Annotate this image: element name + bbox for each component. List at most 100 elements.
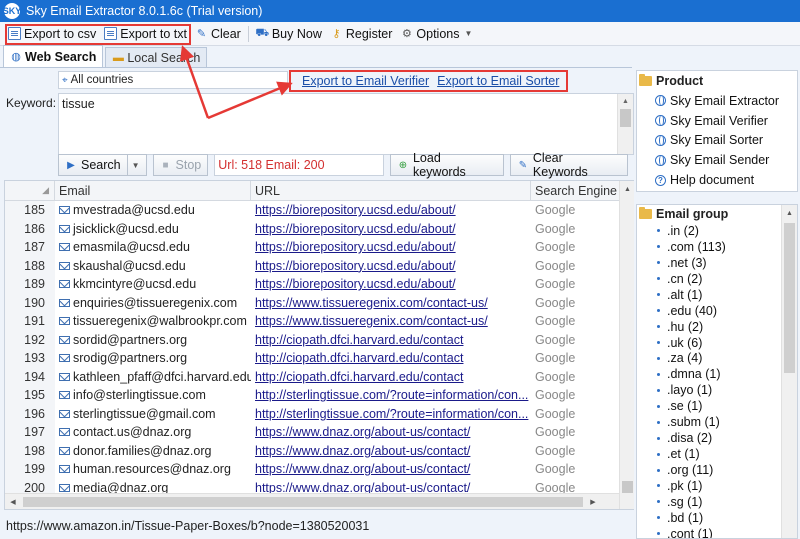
url-cell[interactable]: http://sterlingtissue.com/?route=informa… <box>251 388 531 402</box>
email-group-item[interactable]: .net (3) <box>637 255 797 271</box>
email-cell[interactable]: kathleen_pfaff@dfci.harvard.edu <box>55 370 251 384</box>
clear-button[interactable]: ✎ Clear <box>191 24 245 44</box>
email-group-item[interactable]: .dmna (1) <box>637 366 797 382</box>
email-cell[interactable]: enquiries@tissueregenix.com <box>55 296 251 310</box>
url-cell[interactable]: http://ciopath.dfci.harvard.edu/contact <box>251 333 531 347</box>
email-group-item[interactable]: .uk (6) <box>637 335 797 351</box>
email-cell[interactable]: info@sterlingtissue.com <box>55 388 251 402</box>
email-group-item[interactable]: .bd (1) <box>637 510 797 526</box>
email-group-item[interactable]: .subm (1) <box>637 414 797 430</box>
email-cell[interactable]: mvestrada@ucsd.edu <box>55 203 251 217</box>
sort-corner-icon[interactable]: ◢ <box>5 181 55 200</box>
email-cell[interactable]: jsicklick@ucsd.edu <box>55 222 251 236</box>
scroll-thumb[interactable] <box>784 223 795 373</box>
email-group-item[interactable]: .edu (40) <box>637 303 797 319</box>
column-header-email[interactable]: Email <box>55 181 251 200</box>
load-keywords-button[interactable]: ⊕ Load keywords <box>390 151 504 179</box>
email-group-item[interactable]: .cont (1) <box>637 526 797 538</box>
url-cell[interactable]: https://www.tissueregenix.com/contact-us… <box>251 296 531 310</box>
search-button[interactable]: ▶ Search ▼ <box>58 154 147 176</box>
table-row[interactable]: 199 human.resources@dnaz.org https://www.d… <box>5 460 635 479</box>
email-group-item[interactable]: .za (4) <box>637 351 797 367</box>
table-row[interactable]: 188 skaushal@ucsd.edu https://biorepositor… <box>5 256 635 275</box>
url-cell[interactable]: http://ciopath.dfci.harvard.edu/contact <box>251 370 531 384</box>
options-button[interactable]: ⚙ Options ▼ <box>396 24 476 44</box>
table-row[interactable]: 192 sordid@partners.org http://ciopath.dfc… <box>5 330 635 349</box>
clear-keywords-button[interactable]: ✎ Clear Keywords <box>509 151 628 179</box>
email-group-scrollbar[interactable]: ▲ <box>781 205 797 538</box>
table-row[interactable]: 189 kkmcintyre@ucsd.edu https://bioreposit… <box>5 275 635 294</box>
email-cell[interactable]: human.resources@dnaz.org <box>55 462 251 476</box>
scroll-right-icon[interactable]: ▶ <box>585 498 601 506</box>
chevron-down-icon[interactable]: ▼ <box>126 155 140 175</box>
table-row[interactable]: 194 kathleen_pfaff@dfci.harvard.edu http:/… <box>5 367 635 386</box>
register-button[interactable]: ⚷ Register <box>326 24 397 44</box>
table-row[interactable]: 185 mvestrada@ucsd.edu https://bioreposito… <box>5 201 635 220</box>
email-group-item[interactable]: .org (11) <box>637 462 797 478</box>
url-cell[interactable]: http://sterlingtissue.com/?route=informa… <box>251 407 531 421</box>
email-group-item[interactable]: .alt (1) <box>637 287 797 303</box>
table-row[interactable]: 190 enquiries@tissueregenix.com https://ww… <box>5 293 635 312</box>
table-row[interactable]: 198 donor.families@dnaz.org https://www.dn… <box>5 441 635 460</box>
email-cell[interactable]: sterlingtissue@gmail.com <box>55 407 251 421</box>
email-cell[interactable]: tissueregenix@walbrookpr.com <box>55 314 251 328</box>
scroll-up-icon[interactable]: ▲ <box>618 94 633 108</box>
url-cell[interactable]: https://www.dnaz.org/about-us/contact/ <box>251 444 531 458</box>
column-header-url[interactable]: URL <box>251 181 531 200</box>
url-cell[interactable]: https://www.tissueregenix.com/contact-us… <box>251 314 531 328</box>
email-cell[interactable]: donor.families@dnaz.org <box>55 444 251 458</box>
tab-local-search[interactable]: ▬ Local Search <box>105 47 208 67</box>
tab-web-search[interactable]: ◍ Web Search <box>3 45 104 67</box>
email-group-item[interactable]: .cn (2) <box>637 271 797 287</box>
email-group-item[interactable]: .in (2) <box>637 223 797 239</box>
product-item-sky-email-sender[interactable]: Sky Email Sender <box>637 150 797 170</box>
grid-vertical-scrollbar[interactable]: ▲ <box>619 181 635 509</box>
url-cell[interactable]: https://biorepository.ucsd.edu/about/ <box>251 277 531 291</box>
product-item-help-document[interactable]: ? Help document <box>637 170 797 190</box>
scroll-up-icon[interactable]: ▲ <box>782 205 797 221</box>
table-row[interactable]: 197 contact.us@dnaz.org https://www.dnaz.o… <box>5 423 635 442</box>
email-group-item[interactable]: .sg (1) <box>637 494 797 510</box>
scroll-up-icon[interactable]: ▲ <box>620 181 635 197</box>
table-row[interactable]: 187 emasmila@ucsd.edu https://biorepositor… <box>5 238 635 257</box>
table-row[interactable]: 195 info@sterlingtissue.com http://sterlin… <box>5 386 635 405</box>
email-cell[interactable]: emasmila@ucsd.edu <box>55 240 251 254</box>
email-group-item[interactable]: .layo (1) <box>637 382 797 398</box>
url-cell[interactable]: https://biorepository.ucsd.edu/about/ <box>251 240 531 254</box>
email-cell[interactable]: kkmcintyre@ucsd.edu <box>55 277 251 291</box>
url-cell[interactable]: https://biorepository.ucsd.edu/about/ <box>251 259 531 273</box>
email-cell[interactable]: contact.us@dnaz.org <box>55 425 251 439</box>
url-cell[interactable]: https://biorepository.ucsd.edu/about/ <box>251 203 531 217</box>
email-cell[interactable]: skaushal@ucsd.edu <box>55 259 251 273</box>
table-row[interactable]: 196 sterlingtissue@gmail.com http://sterli… <box>5 404 635 423</box>
stop-button[interactable]: ■ Stop <box>152 154 209 176</box>
email-cell[interactable]: srodig@partners.org <box>55 351 251 365</box>
scroll-thumb[interactable] <box>622 481 633 493</box>
grid-horizontal-scrollbar[interactable]: ◀ ▶ <box>5 493 619 509</box>
column-header-search-engine[interactable]: Search Engine <box>531 181 619 200</box>
url-cell[interactable]: https://www.dnaz.org/about-us/contact/ <box>251 425 531 439</box>
email-group-item[interactable]: .com (113) <box>637 239 797 255</box>
url-cell[interactable]: https://www.dnaz.org/about-us/contact/ <box>251 462 531 476</box>
product-item-sky-email-verifier[interactable]: Sky Email Verifier <box>637 111 797 131</box>
scroll-thumb[interactable] <box>620 109 631 127</box>
email-group-item[interactable]: .hu (2) <box>637 319 797 335</box>
buy-now-button[interactable]: ⛟ Buy Now <box>252 24 326 44</box>
keyword-scrollbar[interactable]: ▲ <box>617 94 633 154</box>
product-item-sky-email-extractor[interactable]: Sky Email Extractor <box>637 91 797 111</box>
email-group-item[interactable]: .disa (2) <box>637 430 797 446</box>
email-cell[interactable]: sordid@partners.org <box>55 333 251 347</box>
url-cell[interactable]: https://biorepository.ucsd.edu/about/ <box>251 222 531 236</box>
url-cell[interactable]: http://ciopath.dfci.harvard.edu/contact <box>251 351 531 365</box>
keyword-input[interactable]: tissue ▲ <box>58 93 634 155</box>
email-group-item[interactable]: .et (1) <box>637 446 797 462</box>
email-group-item[interactable]: .pk (1) <box>637 478 797 494</box>
email-group-item[interactable]: .se (1) <box>637 398 797 414</box>
country-select[interactable]: ⌖ All countries <box>58 71 288 89</box>
table-row[interactable]: 186 jsicklick@ucsd.edu https://bioreposito… <box>5 219 635 238</box>
table-row[interactable]: 191 tissueregenix@walbrookpr.com https://w… <box>5 312 635 331</box>
scroll-thumb[interactable] <box>23 496 583 507</box>
product-item-sky-email-sorter[interactable]: Sky Email Sorter <box>637 131 797 151</box>
scroll-left-icon[interactable]: ◀ <box>5 498 21 506</box>
table-row[interactable]: 193 srodig@partners.org http://ciopath.dfc… <box>5 349 635 368</box>
